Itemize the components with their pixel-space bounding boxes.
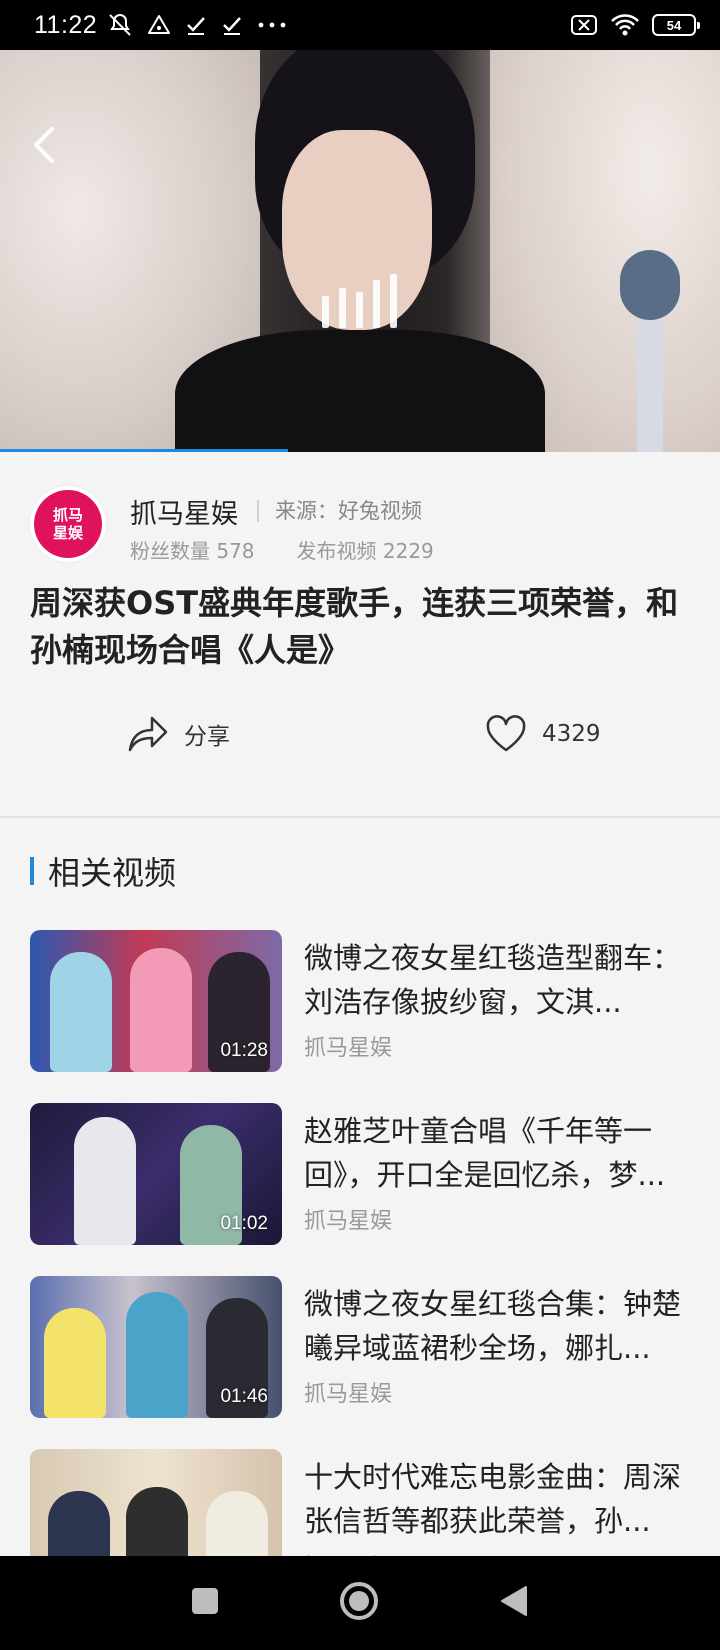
chevron-left-icon xyxy=(34,127,54,163)
related-video-title: 十大时代难忘电影金曲：周深张信哲等都获此荣誉，孙... xyxy=(304,1460,682,1538)
section-accent-bar xyxy=(30,857,34,885)
wifi-icon xyxy=(611,14,639,36)
video-thumbnail[interactable]: 01:46 xyxy=(30,1276,282,1418)
battery-icon: 54 xyxy=(652,14,700,36)
video-thumbnail[interactable]: 01:02 xyxy=(30,1103,282,1245)
videos-count: 发布视频 2229 xyxy=(296,539,434,563)
fans-count: 粉丝数量 578 xyxy=(130,539,255,563)
home-button[interactable] xyxy=(338,1580,380,1626)
video-thumbnail[interactable]: 01:28 xyxy=(30,930,282,1072)
thumbnail-figure xyxy=(50,952,112,1072)
status-time: 11:22 xyxy=(34,10,98,39)
like-button[interactable]: 4329 xyxy=(484,714,601,754)
related-video-source: 抓马星娱 xyxy=(304,1036,393,1061)
share-icon xyxy=(128,716,168,752)
loading-bars-icon xyxy=(322,274,397,328)
video-duration: 01:28 xyxy=(220,1040,268,1061)
video-frame-microphone xyxy=(620,250,680,452)
list-item[interactable]: 01:28 微博之夜女星红毯造型翻车：刘浩存像披纱窗，文淇... 抓马星娱 xyxy=(30,930,690,1072)
share-label: 分享 xyxy=(184,724,230,750)
avatar-logo: 抓马 星娱 xyxy=(34,490,102,558)
mute-icon xyxy=(109,13,131,36)
avatar[interactable]: 抓马 星娱 xyxy=(30,486,106,562)
system-navigation-bar xyxy=(0,1556,720,1650)
heart-icon xyxy=(486,715,526,752)
like-count: 4329 xyxy=(542,721,601,747)
alert-icon xyxy=(148,15,171,34)
check-icon xyxy=(223,17,242,35)
thumbnail-figure xyxy=(44,1308,106,1418)
status-left-icons xyxy=(107,12,287,38)
video-duration: 01:46 xyxy=(220,1386,268,1407)
video-player[interactable] xyxy=(0,50,720,452)
video-detail-screen: 11:22 54 抓马 星娱 抓马星娱 来源：好兔视频 粉丝数量 578 发布视… xyxy=(0,0,720,1650)
thumbnail-figure xyxy=(126,1292,188,1418)
no-sim-icon xyxy=(571,15,597,35)
channel-name[interactable]: 抓马星娱 xyxy=(130,492,238,531)
thumbnail-figure xyxy=(74,1117,136,1245)
video-frame-body xyxy=(175,330,545,452)
avatar-text-line1: 抓马 xyxy=(52,506,83,524)
back-nav-button[interactable] xyxy=(498,1584,530,1622)
video-info-section: 抓马 星娱 抓马星娱 来源：好兔视频 粉丝数量 578 发布视频 2229 周深获… xyxy=(0,452,720,818)
status-right-icons: 54 xyxy=(570,13,700,37)
related-video-title: 微博之夜女星红毯合集：钟楚曦异域蓝裙秒全场，娜扎... xyxy=(304,1287,682,1365)
home-circle-icon xyxy=(340,1582,378,1620)
thumbnail-figure xyxy=(130,948,192,1072)
related-video-source: 抓马星娱 xyxy=(304,1209,393,1234)
list-item[interactable]: 01:46 微博之夜女星红毯合集：钟楚曦异域蓝裙秒全场，娜扎... 抓马星娱 xyxy=(30,1276,690,1418)
back-button[interactable] xyxy=(24,120,64,170)
square-icon xyxy=(192,1588,218,1614)
recents-button[interactable] xyxy=(190,1586,220,1620)
related-header: 相关视频 xyxy=(30,848,176,894)
related-video-source: 抓马星娱 xyxy=(304,1382,393,1407)
related-header-title: 相关视频 xyxy=(48,854,177,892)
related-video-title: 微博之夜女星红毯造型翻车：刘浩存像披纱窗，文淇... xyxy=(304,941,682,1019)
action-bar: 分享 4329 xyxy=(0,714,720,774)
battery-level: 54 xyxy=(666,17,682,33)
status-bar: 11:22 54 xyxy=(0,0,720,50)
video-duration: 01:02 xyxy=(220,1213,268,1234)
related-video-title: 赵雅芝叶童合唱《千年等一回》，开口全是回忆杀，梦... xyxy=(304,1114,666,1192)
share-button[interactable]: 分享 xyxy=(126,714,230,754)
divider xyxy=(257,500,259,522)
source-label: 来源：好兔视频 xyxy=(275,499,422,523)
more-dots-icon xyxy=(258,22,286,28)
triangle-back-icon xyxy=(501,1586,527,1616)
list-item[interactable]: 01:02 赵雅芝叶童合唱《千年等一回》，开口全是回忆杀，梦... 抓马星娱 xyxy=(30,1103,690,1245)
channel-stats: 粉丝数量 578 发布视频 2229 xyxy=(130,535,434,564)
video-title: 周深获OST盛典年度歌手，连获三项荣誉，和孙楠现场合唱《人是》 xyxy=(30,584,679,669)
check-icon xyxy=(187,17,206,35)
avatar-text-line2: 星娱 xyxy=(52,524,83,542)
